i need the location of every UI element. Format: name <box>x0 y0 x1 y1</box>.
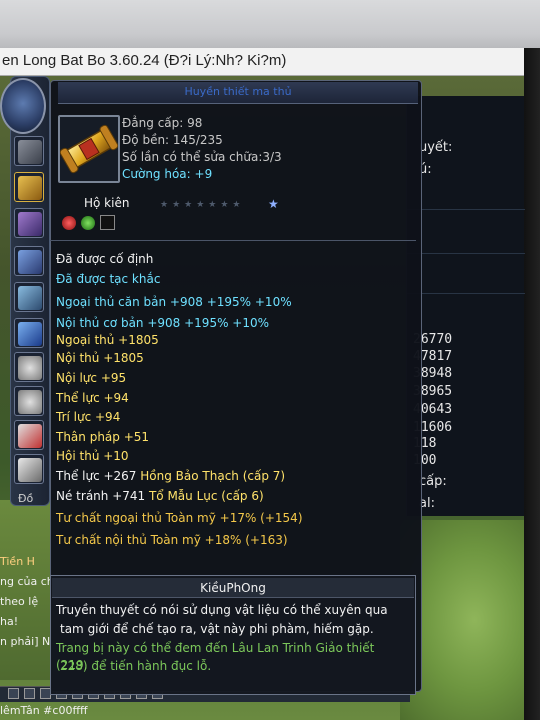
item-lore: tam giới để chế tạo ra, vật này phi phàm… <box>60 622 374 636</box>
equip-slot-shoulder[interactable] <box>14 172 44 202</box>
panel-row <box>407 236 525 254</box>
panel-row <box>407 276 525 294</box>
gem2-name: Tổ Mẫu Lục (cấp 6) <box>148 489 264 503</box>
window-title: en Long Bat Bo 3.60.24 (Đ?i Lý:Nh? Ki?m) <box>2 52 287 69</box>
equip-slot-gloves[interactable] <box>14 282 44 312</box>
chat-line: ha! <box>0 615 19 628</box>
gem1-name: Hồng Bảo Thạch (cấp 7) <box>140 469 286 483</box>
panel-label: cấp: <box>419 474 447 489</box>
equip-slot-helmet[interactable] <box>14 208 44 238</box>
item-type: Hộ kiên <box>84 196 130 210</box>
chat-log: Tiền H ng của ch theo lệ ha! n phải] Ng <box>0 552 52 652</box>
armor-icon <box>18 250 42 274</box>
item-icon <box>58 115 120 183</box>
prop-gem2: Né tránh +741 Tổ Mẫu Lục (cấp 6) <box>56 489 264 503</box>
item-enhance: Cường hóa: +9 <box>122 167 213 181</box>
bracer-icon <box>18 458 42 482</box>
star-rating-icon: ★★★★★★★ <box>160 200 245 210</box>
equip-slot-amulet[interactable] <box>14 420 44 450</box>
character-info-panel: uyết: ú: 26770 47817 38948 38965 40643 1… <box>406 96 525 516</box>
crafter-bar: KiềuPhOng <box>52 578 414 598</box>
panel-label: uyết: <box>419 140 453 155</box>
red-gem-icon <box>62 216 76 230</box>
shoulder-armor-icon <box>18 176 42 200</box>
gem2-stat: Né tránh +741 <box>56 489 149 503</box>
scroll-icon <box>59 124 119 174</box>
prop-recover: Hội thủ +10 <box>56 449 129 463</box>
equip-tab[interactable]: Đồ <box>18 492 33 505</box>
chat-button[interactable] <box>24 688 35 699</box>
weapon-icon <box>18 140 42 164</box>
empty-socket-icon <box>100 215 115 230</box>
boots-icon <box>18 322 42 346</box>
prop-int-def: Nội thủ +1805 <box>56 351 144 365</box>
equip-slot-weapon[interactable] <box>14 136 44 166</box>
green-gem-icon <box>81 216 95 230</box>
item-repair-count: Số lần có thể sửa chữa:3/3 <box>122 150 282 164</box>
monitor-bezel <box>0 0 540 48</box>
item-hint: 228) để tiến hành đục lỗ. <box>60 659 212 673</box>
equip-slot-boots[interactable] <box>14 318 44 348</box>
prop-fixed: Đã được cố định <box>56 252 154 266</box>
equip-slot-armor[interactable] <box>14 246 44 276</box>
tooltip-title-bar: Huyền thiết ma thủ <box>58 82 418 104</box>
chat-button[interactable] <box>8 688 19 699</box>
window-titlebar: en Long Bat Bo 3.60.24 (Đ?i Lý:Nh? Ki?m) <box>0 48 540 76</box>
item-level: Đẳng cấp: 98 <box>122 116 203 130</box>
star-icon: ★ <box>268 197 279 211</box>
chat-line: ng của ch <box>0 575 52 588</box>
gloves-icon <box>18 286 42 310</box>
helmet-icon <box>18 212 42 236</box>
monitor-edge <box>524 48 540 720</box>
equip-slot-bracer[interactable] <box>14 454 44 484</box>
crafter-name: KiềuPhOng <box>200 581 266 595</box>
prop-intellect: Trí lực +94 <box>56 410 121 424</box>
panel-row <box>407 192 525 210</box>
character-orb-icon[interactable] <box>0 78 46 134</box>
prop-agility: Thân pháp +51 <box>56 430 150 444</box>
chat-line: theo lệ <box>0 595 39 608</box>
prop-ext-def: Ngoại thủ +1805 <box>56 333 159 347</box>
equip-slot-ring2[interactable] <box>14 386 44 416</box>
prop-engraved: Đã được tạc khắc <box>56 272 161 286</box>
ring-icon <box>18 356 42 380</box>
equip-slot-ring[interactable] <box>14 352 44 382</box>
prop-vitality: Thể lực +94 <box>56 391 129 405</box>
tooltip-title: Huyền thiết ma thủ <box>184 85 292 98</box>
item-lore: Truyền thuyết có nói sử dụng vật liệu có… <box>56 603 388 617</box>
chat-line: Tiền H <box>0 555 35 568</box>
prop-aptitude-ext: Tư chất ngoại thủ Toàn mỹ +17% (+154) <box>56 511 303 525</box>
gem1-stat: Thể lực +267 <box>56 469 141 483</box>
ring-icon <box>18 390 42 414</box>
prop-int-force: Nội lực +95 <box>56 371 127 385</box>
chat-line: n phải] Ng <box>0 635 52 648</box>
prop-gem1: Thể lực +267 Hồng Bảo Thạch (cấp 7) <box>56 469 285 483</box>
amulet-icon <box>18 424 42 448</box>
prop-aptitude-int: Tư chất nội thủ Toàn mỹ +18% (+163) <box>56 533 288 547</box>
item-durability: Độ bền: 145/235 <box>122 133 223 147</box>
prop-base-ext-def: Ngoại thủ căn bản +908 +195% +10% <box>56 295 292 309</box>
chat-input-text[interactable]: lêmTân #c00ffff <box>0 704 88 717</box>
prop-base-int-def: Nội thủ cơ bản +908 +195% +10% <box>56 316 270 330</box>
